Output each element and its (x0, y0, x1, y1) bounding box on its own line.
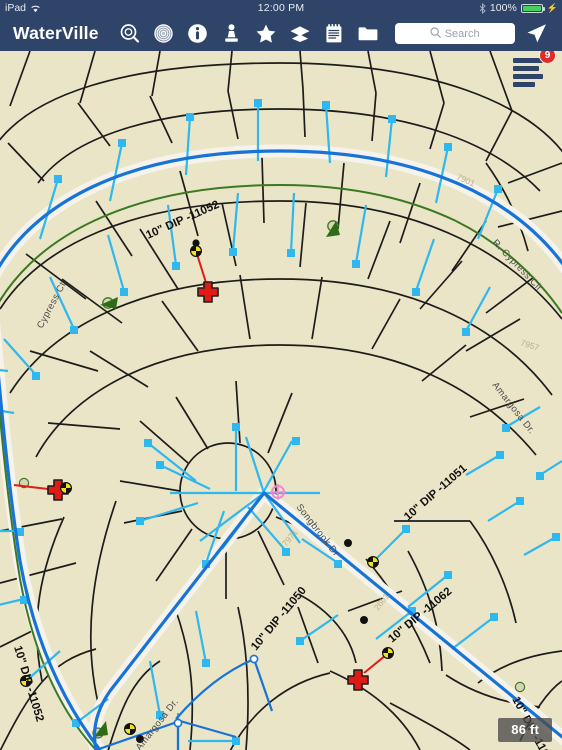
map-svg: 10" DIP -11052 10" DIP -11051 10" DIP -1… (0, 51, 562, 750)
menu-bar (513, 82, 535, 87)
bluetooth-icon (479, 2, 486, 14)
favorites-star-icon[interactable] (255, 23, 277, 45)
search-placeholder: Search (444, 27, 480, 40)
menu-bar (513, 58, 543, 63)
fitting-node (360, 616, 368, 624)
fitting-node (249, 654, 259, 664)
fitting-node (173, 718, 183, 728)
nav-bar: WaterVille Search (0, 16, 562, 51)
notes-icon[interactable] (323, 23, 345, 45)
fitting-node (344, 539, 352, 547)
info-icon[interactable] (187, 23, 209, 45)
gps-target-icon[interactable] (153, 23, 175, 45)
menu-bar (513, 74, 543, 79)
battery-percent: 100% (489, 2, 517, 14)
search-icon (430, 25, 441, 43)
measure-icon[interactable] (119, 23, 141, 45)
fitting-node (192, 239, 200, 247)
search-input[interactable]: Search (394, 23, 515, 44)
status-bar: iPad 12:00 PM 100% ⚡ (0, 0, 562, 16)
app-title: WaterVille (13, 23, 99, 43)
battery-icon (520, 3, 545, 13)
folder-icon[interactable] (357, 23, 379, 45)
charging-bolt-icon: ⚡ (546, 2, 558, 13)
status-bar-right: 100% ⚡ (479, 2, 562, 14)
toolbar (119, 23, 379, 45)
place-marker-icon[interactable] (221, 23, 243, 45)
menu-bar (513, 66, 539, 71)
layers-icon[interactable] (289, 23, 311, 45)
app-root: iPad 12:00 PM 100% ⚡ WaterVille Search 1… (0, 0, 562, 750)
scale-bar: 86 ft (498, 718, 552, 742)
navigation-arrow-icon[interactable] (524, 21, 550, 47)
status-bar-clock: 12:00 PM (257, 2, 305, 14)
map-canvas[interactable]: 10" DIP -11052 10" DIP -11051 10" DIP -1… (0, 51, 562, 750)
list-menu-icon[interactable]: 9 (513, 47, 556, 89)
